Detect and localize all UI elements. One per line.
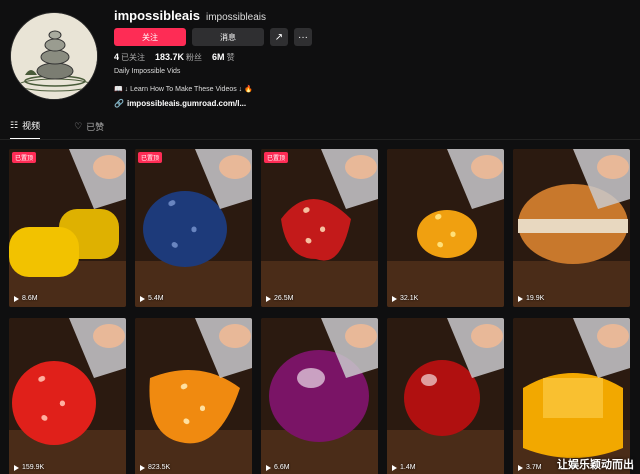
play-icon (266, 295, 271, 302)
view-count: 3.7M (518, 464, 542, 471)
pinned-badge: 已置顶 (264, 152, 289, 163)
bio-line: 📖 ↓ Learn How To Make These Videos ↓ 🔥 (114, 86, 253, 93)
stones-logo-icon (11, 13, 97, 99)
pinned-badge: 已置顶 (12, 152, 37, 163)
play-icon (518, 295, 523, 302)
heart-icon: ♡ (74, 121, 83, 131)
bio-line: Daily Impossible Vids (114, 68, 181, 75)
stat-following[interactable]: 4 已关注 (114, 52, 145, 63)
play-icon (140, 295, 145, 302)
username: impossibleais (114, 8, 200, 23)
video-thumbnail (135, 149, 252, 307)
video-tile[interactable]: 已置顶 26.5M (261, 149, 378, 307)
video-thumbnail (261, 318, 378, 474)
view-count: 159.9K (14, 464, 44, 471)
video-tile[interactable]: 32.1K (387, 149, 504, 307)
play-icon (140, 464, 145, 471)
video-thumbnail (387, 318, 504, 474)
play-icon (392, 464, 397, 471)
profile-tabs: ☷ 视频 ♡ 已赞 (10, 119, 104, 140)
video-thumbnail (513, 318, 630, 474)
view-count: 26.5M (266, 295, 293, 302)
video-tile[interactable]: 159.9K (9, 318, 126, 474)
video-thumbnail (261, 149, 378, 307)
watermark: 让娱乐颖动而出 (557, 459, 634, 471)
grid-icon: ☷ (10, 120, 19, 130)
video-tile[interactable]: 19.9K (513, 149, 630, 307)
video-grid: 已置顶 8.6M 已置顶 5.4M 已置顶 26.5M 32.1K 19.9K … (9, 149, 634, 474)
tabs-divider (0, 139, 640, 140)
view-count: 5.4M (140, 295, 164, 302)
pinned-badge: 已置顶 (138, 152, 163, 163)
more-button[interactable]: ··· (294, 28, 312, 46)
profile-stats: 4 已关注 183.7K 粉丝 6M 赞 (114, 52, 235, 63)
video-tile[interactable]: 823.5K (135, 318, 252, 474)
follow-button[interactable]: 关注 (114, 28, 186, 46)
video-thumbnail (135, 318, 252, 474)
play-icon (392, 295, 397, 302)
profile-avatar[interactable] (10, 12, 98, 100)
profile-link-text: impossibleais.gumroad.com/l... (126, 99, 247, 108)
video-tile[interactable]: 已置顶 5.4M (135, 149, 252, 307)
view-count: 19.9K (518, 295, 544, 302)
play-icon (14, 464, 19, 471)
video-tile[interactable]: 6.6M (261, 318, 378, 474)
video-tile[interactable]: 3.7M (513, 318, 630, 474)
tab-liked[interactable]: ♡ 已赞 (74, 119, 104, 140)
view-count: 8.6M (14, 295, 38, 302)
play-icon (266, 464, 271, 471)
video-thumbnail (387, 149, 504, 307)
profile-actions: 关注 消息 ↗ ··· (114, 28, 312, 46)
share-icon: ↗ (274, 31, 284, 43)
video-thumbnail (9, 149, 126, 307)
view-count: 6.6M (266, 464, 290, 471)
view-count: 32.1K (392, 295, 418, 302)
tab-videos[interactable]: ☷ 视频 (10, 119, 41, 140)
profile-link[interactable]: 🔗 impossibleais.gumroad.com/l... (114, 99, 246, 108)
message-button[interactable]: 消息 (192, 28, 264, 46)
view-count: 1.4M (392, 464, 416, 471)
stat-followers[interactable]: 183.7K 粉丝 (155, 52, 202, 63)
stat-likes: 6M 赞 (212, 52, 235, 62)
play-icon (518, 464, 523, 471)
video-thumbnail (9, 318, 126, 474)
user-handle: impossibleais (205, 12, 267, 23)
play-icon (14, 295, 19, 302)
profile-name-row: impossibleais impossibleais (114, 8, 266, 23)
link-icon: 🔗 (114, 99, 124, 108)
video-tile[interactable]: 1.4M (387, 318, 504, 474)
view-count: 823.5K (140, 464, 170, 471)
share-button[interactable]: ↗ (270, 28, 288, 46)
video-tile[interactable]: 已置顶 8.6M (9, 149, 126, 307)
video-thumbnail (513, 149, 630, 307)
